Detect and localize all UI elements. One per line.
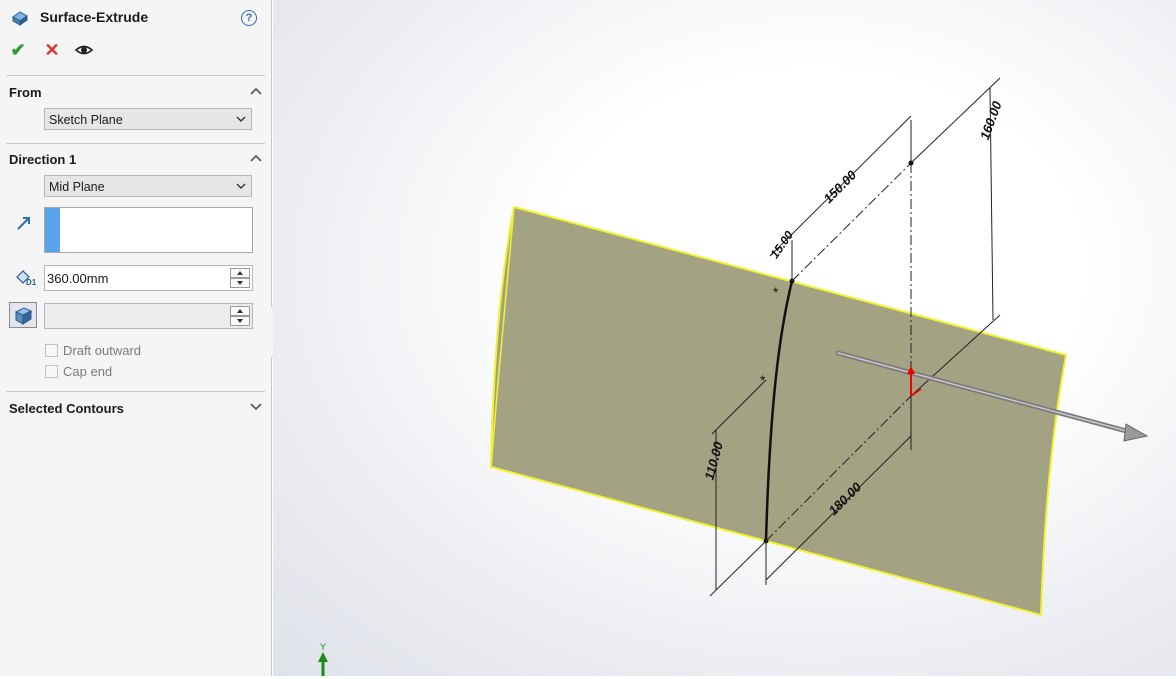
chevron-up-icon[interactable] xyxy=(250,86,262,96)
svg-text:D1: D1 xyxy=(26,278,36,287)
selection-focus-indicator xyxy=(45,208,60,252)
depth-spinbox[interactable]: 360.00mm xyxy=(44,265,253,291)
graphics-area[interactable]: * * 150.00 160.00 15.00 110.00 180.00 Y xyxy=(273,0,1176,676)
detailed-preview-button[interactable] xyxy=(74,40,94,60)
draft-outward-checkbox[interactable] xyxy=(45,344,58,357)
draft-icon xyxy=(14,307,33,325)
from-start-condition-dropdown[interactable]: Sketch Plane xyxy=(44,108,252,130)
ok-checkmark-button[interactable]: ✔ xyxy=(8,40,28,60)
triad-y-label: Y xyxy=(320,642,326,652)
from-header: From xyxy=(9,85,42,100)
separator xyxy=(6,143,265,144)
triad-y-arrow-icon xyxy=(318,652,328,662)
depth-value[interactable]: 360.00mm xyxy=(47,271,108,286)
direction-arrow-icon[interactable] xyxy=(15,214,33,232)
end-condition-value: Mid Plane xyxy=(49,180,105,194)
draft-increment-button[interactable] xyxy=(230,306,250,316)
chevron-down-icon xyxy=(236,183,246,189)
chevron-down-icon[interactable] xyxy=(250,402,262,412)
depth-dimension-icon: D1 xyxy=(16,270,36,287)
end-condition-dropdown[interactable]: Mid Plane xyxy=(44,175,252,197)
draft-decrement-button[interactable] xyxy=(230,316,250,326)
feature-title: Surface-Extrude xyxy=(40,9,149,25)
property-manager-panel: Surface-Extrude ? ✔ ✕ From Sketch Plane … xyxy=(0,0,272,676)
extruded-surface[interactable] xyxy=(489,205,1068,617)
arrow-head-handle[interactable] xyxy=(1123,423,1149,442)
feature-title-row: Surface-Extrude ? xyxy=(0,6,272,30)
sketch-point-marker: * xyxy=(773,284,779,300)
depth-increment-button[interactable] xyxy=(230,268,250,278)
draft-toggle-button[interactable] xyxy=(9,302,37,328)
draft-spin-buttons xyxy=(230,306,250,326)
cap-end-checkbox[interactable] xyxy=(45,365,58,378)
depth-decrement-button[interactable] xyxy=(230,278,250,288)
chevron-up-icon[interactable] xyxy=(250,153,262,163)
cancel-button[interactable]: ✕ xyxy=(42,40,62,60)
separator xyxy=(6,391,265,392)
cap-end-label: Cap end xyxy=(63,364,113,379)
action-row: ✔ ✕ xyxy=(0,40,272,62)
separator xyxy=(6,75,265,76)
direction1-header: Direction 1 xyxy=(9,152,77,167)
direction-reference-selection-box[interactable] xyxy=(44,207,253,253)
eye-icon xyxy=(74,45,94,55)
from-selected-value: Sketch Plane xyxy=(49,113,123,127)
model-view[interactable]: * * 150.00 160.00 15.00 110.00 180.00 Y xyxy=(273,0,1176,676)
depth-spin-buttons xyxy=(230,268,250,288)
selected-contours-header: Selected Contours xyxy=(9,401,124,416)
help-icon[interactable]: ? xyxy=(241,10,257,26)
dimension-160[interactable]: 160.00 xyxy=(977,98,1005,141)
draft-angle-spinbox[interactable] xyxy=(44,303,253,329)
chevron-down-icon xyxy=(236,116,246,122)
draft-outward-label: Draft outward xyxy=(63,343,142,358)
dimension-150[interactable]: 150.00 xyxy=(820,167,859,206)
surface-extrude-icon xyxy=(12,11,28,26)
